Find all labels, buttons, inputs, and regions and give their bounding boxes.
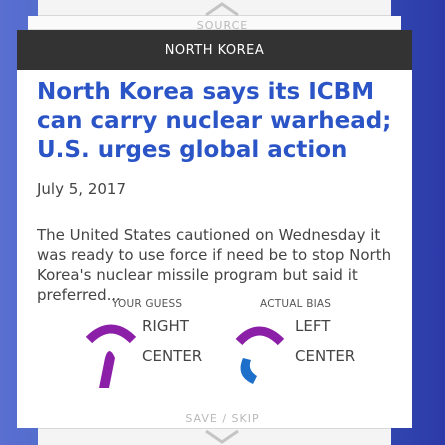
article-date: July 5, 2017 <box>37 180 126 198</box>
your-guess-label: YOUR GUESS <box>112 298 183 310</box>
actual-bias-label: ACTUAL BIAS <box>260 298 332 310</box>
actual-bias-gauge-icon <box>235 326 285 384</box>
chevron-up-icon[interactable] <box>203 2 241 16</box>
topic-bar: NORTH KOREA <box>17 30 412 70</box>
article-summary: The United States cautioned on Wednesday… <box>37 226 392 304</box>
chevron-down-icon[interactable] <box>203 430 241 444</box>
source-nav-label[interactable]: SOURCE <box>0 19 445 30</box>
guess-bias-secondary: CENTER <box>142 347 203 365</box>
guess-bias-gauge-icon <box>85 324 137 388</box>
guess-bias-primary: RIGHT <box>142 317 189 335</box>
actual-bias-primary: LEFT <box>295 317 331 335</box>
actual-bias-secondary: CENTER <box>295 347 356 365</box>
topic-label: NORTH KOREA <box>164 42 265 58</box>
save-skip-nav-label[interactable]: SAVE / SKIP <box>0 412 445 425</box>
article-headline[interactable]: North Korea says its ICBM can carry nucl… <box>37 78 402 165</box>
article-card[interactable]: NORTH KOREA North Korea says its ICBM ca… <box>17 30 412 428</box>
